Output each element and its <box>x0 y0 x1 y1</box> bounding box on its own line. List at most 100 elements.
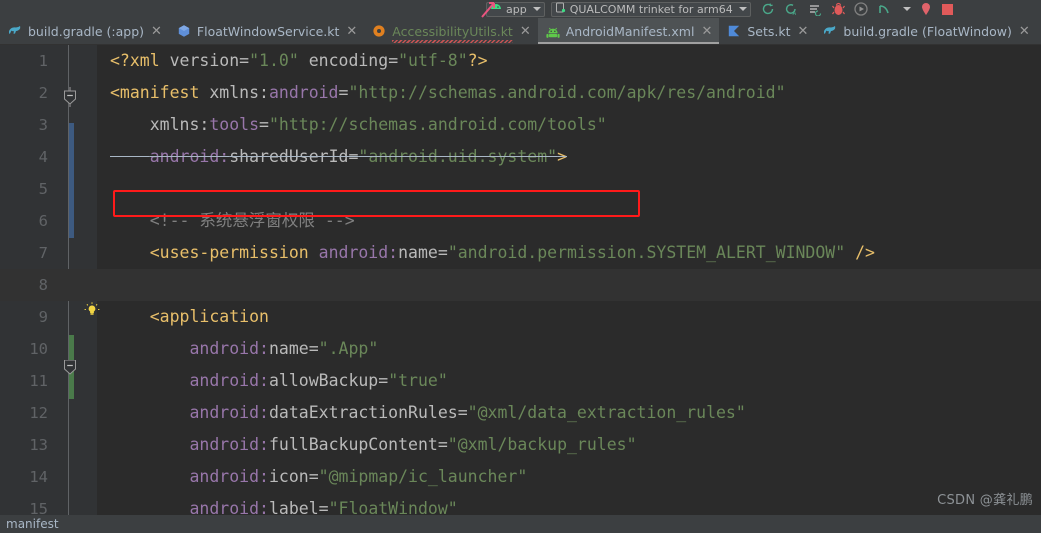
code-token: "1.0" <box>249 51 299 70</box>
code-token: fullBackupContent <box>268 435 438 454</box>
device-icon <box>555 2 566 16</box>
toolbar-left-spacer <box>0 0 495 18</box>
line-content[interactable]: android:fullBackupContent="@xml/backup_r… <box>110 429 636 461</box>
tab-close-icon[interactable]: ✕ <box>520 18 531 44</box>
tab-sets-kt[interactable]: Sets.kt ✕ <box>719 18 815 44</box>
code-token: = <box>388 51 399 70</box>
code-line[interactable]: 9 <application <box>0 301 1041 333</box>
tab-label: FloatWindowService.kt <box>196 23 340 39</box>
tab-proguard[interactable]: proguard- <box>1037 18 1041 44</box>
code-token: sharedUserId <box>229 147 349 166</box>
code-token: xmlns: <box>149 115 210 134</box>
chevron-down-icon[interactable] <box>532 7 541 11</box>
editor-tab-bar: build.gradle (:app) ✕ FloatWindowService… <box>0 18 1041 45</box>
device-selector[interactable]: QUALCOMM trinket for arm64 <box>550 1 751 17</box>
tab-accessibilityutils-kt[interactable]: AccessibilityUtils.kt ✕ <box>364 18 537 44</box>
chevron-down-icon-device[interactable] <box>738 7 747 11</box>
run-icon[interactable] <box>854 2 868 16</box>
line-content[interactable]: android:icon="@mipmap/ic_launcher" <box>110 461 527 493</box>
code-line[interactable]: 5 <box>0 173 1041 205</box>
line-content[interactable]: android:label="FloatWindow" <box>110 493 457 515</box>
code-token: android: <box>189 435 269 454</box>
code-token: "android.uid.system" <box>358 147 558 166</box>
line-number: 11 <box>29 372 48 390</box>
code-line[interactable]: 8 <box>0 269 1041 301</box>
line-number: 8 <box>38 276 48 294</box>
line-number: 12 <box>29 404 48 422</box>
tab-label: Sets.kt <box>747 23 791 39</box>
line-number: 4 <box>38 148 48 166</box>
tab-build-gradle-floatwindow[interactable]: build.gradle (FloatWindow) ✕ <box>815 18 1036 44</box>
line-content[interactable]: <manifest xmlns:android="http://schemas.… <box>110 77 786 109</box>
code-line[interactable]: 6 <!-- 系统悬浮窗权限 --> <box>0 205 1041 237</box>
line-content[interactable]: <application <box>110 301 269 333</box>
kotlin-class-icon <box>177 24 191 38</box>
code-token: = <box>308 467 319 486</box>
line-content[interactable]: android:dataExtractionRules="@xml/data_e… <box>110 397 745 429</box>
breadcrumb[interactable]: manifest <box>0 515 1041 533</box>
layout-inspector-icon[interactable] <box>808 2 823 16</box>
kotlin-file-icon <box>727 24 741 38</box>
search-pin-icon[interactable] <box>920 2 932 16</box>
bug-debug-icon[interactable] <box>831 2 845 16</box>
tab-close-icon[interactable]: ✕ <box>346 18 357 44</box>
code-token: name <box>268 339 309 358</box>
code-token: android: <box>149 147 230 166</box>
tab-floatwindowservice-kt[interactable]: FloatWindowService.kt ✕ <box>169 18 364 44</box>
code-line[interactable]: 11 android:allowBackup="true" <box>0 365 1041 397</box>
profile-chevron-down-icon[interactable] <box>902 7 911 11</box>
code-line[interactable]: 4 android:sharedUserId="android.uid.syst… <box>0 141 1041 173</box>
code-line[interactable]: 2 <manifest xmlns:android="http://schemas… <box>0 77 1041 109</box>
code-editor[interactable]: 1 <?xml version="1.0" encoding="utf-8"?> 2… <box>0 45 1041 515</box>
line-content[interactable]: android:name=".App" <box>110 333 378 365</box>
code-line[interactable]: 12 android:dataExtractionRules="@xml/dat… <box>0 397 1041 429</box>
android-manifest-icon <box>546 24 560 38</box>
csdn-watermark: CSDN @龚礼鹏 <box>937 493 1033 508</box>
line-content[interactable]: <!-- 系统悬浮窗权限 --> <box>110 205 355 237</box>
code-line[interactable]: 3 xmlns:tools="http://schemas.android.co… <box>0 109 1041 141</box>
code-token: encoding <box>308 51 389 70</box>
code-token: = <box>308 339 319 358</box>
line-content[interactable]: android:sharedUserId="android.uid.system… <box>110 141 567 173</box>
module-selector-label: app <box>506 2 527 16</box>
code-token: version <box>169 51 240 70</box>
code-token: "@mipmap/ic_launcher" <box>318 467 528 486</box>
line-content[interactable]: <uses-permission android:name="android.p… <box>110 237 875 269</box>
code-token: tools <box>209 115 260 134</box>
tab-close-icon[interactable]: ✕ <box>701 18 712 44</box>
stop-icon[interactable] <box>941 3 954 16</box>
code-line[interactable]: 15 android:label="FloatWindow" <box>0 493 1041 515</box>
line-number: 3 <box>38 116 48 134</box>
avd-manager-icon[interactable]: A <box>784 2 799 16</box>
line-number: 13 <box>29 436 48 454</box>
code-line[interactable]: 13 android:fullBackupContent="@xml/backu… <box>0 429 1041 461</box>
code-line[interactable]: 1 <?xml version="1.0" encoding="utf-8"?> <box>0 45 1041 77</box>
line-number: 7 <box>38 244 48 262</box>
code-token: = <box>457 403 468 422</box>
tab-androidmanifest-xml[interactable]: AndroidManifest.xml ✕ <box>537 18 720 44</box>
tab-close-icon[interactable]: ✕ <box>151 18 162 44</box>
sync-gradle-icon[interactable] <box>761 2 775 16</box>
profile-icon[interactable] <box>877 2 892 16</box>
line-content[interactable]: xmlns:tools="http://schemas.android.com/… <box>110 109 607 141</box>
line-content[interactable]: <?xml version="1.0" encoding="utf-8"?> <box>110 45 488 77</box>
code-line[interactable]: 7 <uses-permission android:name="android… <box>0 237 1041 269</box>
navigate-arrow-icon[interactable] <box>478 0 500 18</box>
line-number: 5 <box>38 180 48 198</box>
code-line[interactable]: 10 android:name=".App" <box>0 333 1041 365</box>
tab-close-icon[interactable]: ✕ <box>1019 18 1030 44</box>
code-token: "http://schemas.android.com/apk/res/andr… <box>348 83 786 102</box>
code-token: android: <box>189 339 269 358</box>
tab-close-icon[interactable]: ✕ <box>798 18 809 44</box>
code-token: <application <box>149 307 269 326</box>
code-line[interactable]: 14 android:icon="@mipmap/ic_launcher" <box>0 461 1041 493</box>
code-token: = <box>338 83 349 102</box>
tab-build-gradle-app[interactable]: build.gradle (:app) ✕ <box>0 18 169 44</box>
line-content[interactable]: android:allowBackup="true" <box>110 365 447 397</box>
